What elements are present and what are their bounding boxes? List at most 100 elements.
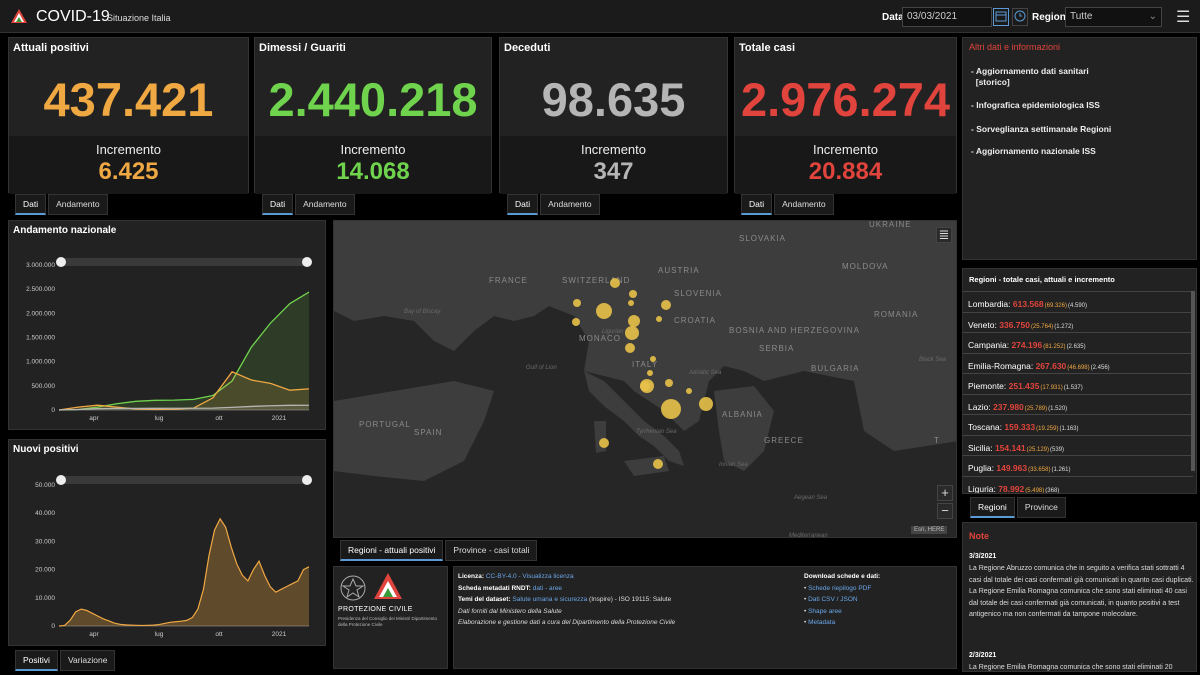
y-tick-label: 0 [51,407,55,414]
kpi-title: Deceduti [504,42,551,54]
download-link-shape[interactable]: Shape aree [808,608,842,615]
tab-province[interactable]: Province [1016,497,1066,518]
kpi-increment-value: 14.068 [336,158,410,185]
region-select[interactable]: Tutte ⌄ [1065,7,1162,27]
link-infografica-iss[interactable]: - Infografica epidemiologica ISS [971,100,1100,111]
map-country-label: SLOVAKIA [739,234,786,243]
regioni-list-title: Regioni - totale casi, attuali e increme… [969,275,1115,284]
region-marker[interactable] [572,318,580,326]
kpi-increment-label: Incremento [340,142,406,157]
region-marker[interactable] [661,399,681,419]
chart-andamento-nazionale: Andamento nazionale 3.000.000 2.500.000 2.… [8,220,326,430]
map-view[interactable]: FRANCE SWITZERLAND AUSTRIA SLOVAKIA UKRAINE M… [333,220,957,538]
line-chart[interactable]: 3.000.000 2.500.000 2.000.000 1.500.000 1.00… [9,221,327,431]
region-marker[interactable] [661,300,671,310]
download-link-metadata[interactable]: Metadata [808,619,835,626]
area-chart[interactable]: 50.000 40.000 30.000 20.000 10.000 0 apr lug ott… [9,440,327,647]
licenza-value[interactable]: CC-BY-4.0 [486,573,517,580]
region-current: (46.698) [1067,364,1090,371]
legend-list-icon[interactable]: ≣ [936,227,952,243]
region-total: 159.333 [1004,422,1036,432]
footer-logo-subtext: Presidenza del Consiglio dei Ministri Di… [338,616,438,627]
map-sea-label: Black Sea [919,357,947,363]
region-marker[interactable] [628,300,634,306]
tab-dati[interactable]: Dati [507,194,539,215]
tab-regioni[interactable]: Regioni [970,497,1015,518]
map-country-label: CROATIA [674,316,716,325]
region-select-value: Tutte [1070,11,1093,22]
tab-andamento[interactable]: Andamento [48,194,108,215]
link-sorveglianza-settimanale[interactable]: - Sorveglianza settimanale Regioni [971,124,1111,135]
region-row[interactable]: Liguria: 78.992(5.498)(368) [963,475,1193,494]
slider-handle-right[interactable] [302,257,312,267]
region-current: (5.498) [1025,487,1045,494]
kpi-title: Attuali positivi [13,42,89,54]
region-current: (25.764) [1030,323,1054,330]
kpi-increment-label: Incremento [95,142,162,157]
region-name: Veneto: [968,319,1000,330]
slider-handle-right[interactable] [302,475,312,485]
download-link-csv[interactable]: Dati CSV / JSON [808,596,857,603]
y-tick-label: 30.000 [35,538,55,545]
x-tick-label: lug [155,415,164,422]
scheda-label: Scheda metadati RNDT: [458,584,533,592]
region-marker[interactable] [699,397,713,411]
region-marker[interactable] [650,356,656,362]
scrollbar[interactable] [1191,291,1195,471]
region-marker[interactable] [625,326,639,340]
region-marker[interactable] [665,379,673,387]
range-slider[interactable] [59,258,309,266]
link-aggiornamento-nazionale-iss[interactable]: - Aggiornamento nazionale ISS [971,146,1096,157]
tab-dati[interactable]: Dati [741,194,773,215]
tab-positivi[interactable]: Positivi [15,650,58,671]
map-canvas[interactable]: FRANCE SWITZERLAND AUSTRIA SLOVAKIA UKRAINE M… [334,221,957,538]
tab-andamento[interactable]: Andamento [774,194,834,215]
slider-handle-left[interactable] [56,475,66,485]
temi-link[interactable]: Salute umana e sicurezza [512,596,587,603]
licenza-label: Licenza: [458,573,486,580]
date-input[interactable]: 03/03/2021 [902,7,992,27]
tab-province-casi-totali[interactable]: Province - casi totali [445,540,538,561]
clock-icon[interactable] [1012,8,1028,26]
region-marker[interactable] [625,343,635,353]
map-country-label: MONACO [579,334,621,343]
scheda-link[interactable]: dati - aree [533,585,562,592]
tab-variazione[interactable]: Variazione [59,650,116,671]
region-marker[interactable] [640,381,650,391]
slider-handle-left[interactable] [56,257,66,267]
region-marker[interactable] [599,438,609,448]
menu-icon[interactable]: ☰ [1176,7,1190,27]
region-marker[interactable] [573,299,581,307]
tab-dati[interactable]: Dati [262,194,294,215]
region-total: 613.568 [1012,299,1044,309]
zoom-in-icon[interactable]: + [937,485,953,501]
region-marker[interactable] [610,278,620,288]
region-marker[interactable] [686,388,692,394]
download-link-pdf[interactable]: Schede riepilogo PDF [808,585,871,592]
region-marker[interactable] [596,303,612,319]
calendar-icon[interactable] [993,8,1009,26]
link-aggiornamento-dati-sanitari[interactable]: - Aggiornamento dati sanitari [storico] [971,66,1089,88]
region-marker[interactable] [629,290,637,298]
region-total: 336.750 [999,319,1030,330]
tab-andamento[interactable]: Andamento [540,194,600,215]
region-marker[interactable] [628,315,640,327]
map-sea-label: Mediterranean [789,533,828,538]
region-marker[interactable] [647,370,653,376]
kpi-totale-casi: Totale casi 2.976.274 Incremento 20.884 [734,37,957,194]
app-subtitle: Situazione Italia [107,13,171,23]
range-slider[interactable] [59,476,309,484]
zoom-out-icon[interactable]: − [937,503,953,519]
region-inc: (1.537) [1063,385,1083,391]
tab-andamento[interactable]: Andamento [295,194,355,215]
tab-dati[interactable]: Dati [15,194,47,215]
x-tick-label: ott [215,415,222,422]
licenza-link[interactable]: - Visualizza licenza [517,573,573,580]
region-current: (19.259) [1036,426,1059,432]
region-marker[interactable] [653,459,663,469]
y-tick-label: 2.000.000 [26,310,55,317]
region-marker[interactable] [656,316,662,322]
kpi-attuali-positivi: Attuali positivi 437.421 Incremento 6.425 [8,37,249,194]
kpi-increment-value: 347 [593,158,634,185]
tab-regioni-attuali-positivi[interactable]: Regioni - attuali positivi [340,540,444,561]
